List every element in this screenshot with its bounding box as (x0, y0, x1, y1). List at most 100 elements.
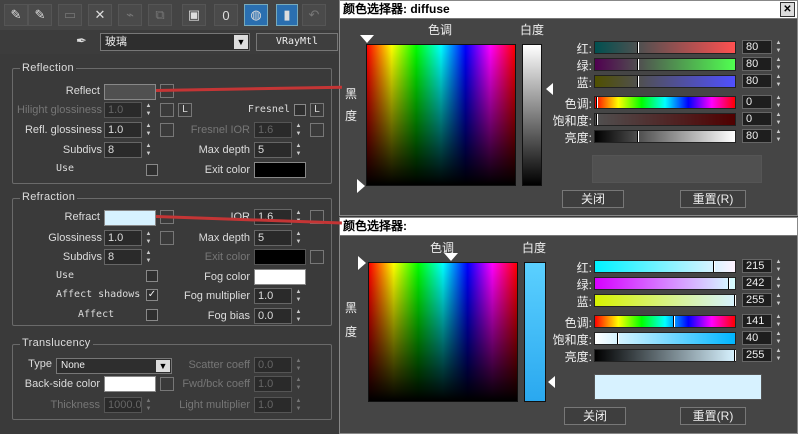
hue-marker-icon[interactable] (360, 35, 374, 43)
refr-exit-color-swatch[interactable] (254, 249, 306, 265)
make-unique-icon[interactable]: ⌁ (118, 4, 142, 26)
hue-value-2[interactable]: 141 (742, 314, 772, 328)
saturation-slider[interactable] (594, 113, 736, 126)
blue-value[interactable]: 80 (742, 74, 772, 88)
red-value[interactable]: 80 (742, 40, 772, 54)
blue-slider-2[interactable] (594, 294, 736, 307)
translucency-type-dropdown[interactable]: None ▼ (56, 358, 172, 374)
refl-gloss-spinner[interactable]: ▲ ▼ (144, 122, 153, 138)
hue-blackness-picker[interactable] (366, 44, 516, 186)
go-parent-icon[interactable]: ↶ (302, 4, 326, 26)
hue-blackness-picker-2[interactable] (368, 262, 518, 402)
delete-icon[interactable]: ✕ (88, 4, 112, 26)
affect-channels-checkbox[interactable] (146, 309, 158, 321)
fog-multiplier-spinner[interactable]: ▲ ▼ (294, 288, 303, 304)
material-id-icon[interactable]: 0 (214, 4, 238, 26)
fwd-bck-coeff-input[interactable]: 1.0 (254, 376, 292, 392)
back-side-map-button[interactable] (160, 377, 174, 391)
saturation-spinner-2[interactable]: ▲ ▼ (774, 330, 783, 346)
red-slider[interactable] (594, 41, 736, 54)
green-slider-2[interactable] (594, 277, 736, 290)
brightness-slider[interactable] (594, 130, 736, 143)
subdivs-spinner[interactable]: ▲ ▼ (144, 142, 153, 158)
material-name-dropdown[interactable]: 玻璃 ▼ (100, 33, 250, 51)
glossiness-spinner[interactable]: ▲ ▼ (144, 230, 153, 246)
refr-exit-map-button[interactable] (310, 250, 324, 264)
brightness-spinner[interactable]: ▲ ▼ (774, 128, 783, 144)
refl-gloss-map-button[interactable] (160, 123, 174, 137)
hue-slider-2[interactable] (594, 315, 736, 328)
save-icon[interactable]: ▣ (182, 4, 206, 26)
reflect-color-swatch[interactable] (104, 84, 156, 100)
close-icon[interactable]: ✕ (780, 2, 795, 17)
saturation-spinner[interactable]: ▲ ▼ (774, 111, 783, 127)
blue-spinner-2[interactable]: ▲ ▼ (774, 292, 783, 308)
use-interp-checkbox[interactable] (146, 164, 158, 176)
show-map-icon[interactable]: ◍ (244, 4, 268, 26)
fresnel-lock-button[interactable]: L (310, 103, 324, 117)
blue-value-2[interactable]: 255 (742, 293, 772, 307)
thickness-input[interactable]: 1000.0 (104, 397, 142, 413)
red-slider-2[interactable] (594, 260, 736, 273)
fresnel-ior-input[interactable]: 1.6 (254, 122, 292, 138)
reset-button-2[interactable]: 重置(R) (680, 407, 746, 425)
light-multiplier-spinner[interactable]: ▲ ▼ (294, 397, 303, 413)
fwd-bck-coeff-spinner[interactable]: ▲ ▼ (294, 376, 303, 392)
close-button[interactable]: 关闭 (562, 190, 624, 208)
refr-subdivs-spinner[interactable]: ▲ ▼ (144, 249, 153, 265)
saturation-value-2[interactable]: 40 (742, 331, 772, 345)
fog-bias-spinner[interactable]: ▲ ▼ (294, 308, 303, 324)
blue-spinner[interactable]: ▲ ▼ (774, 73, 783, 89)
ior-input[interactable]: 1.6 (254, 209, 292, 225)
saturation-slider-2[interactable] (594, 332, 736, 345)
green-spinner-2[interactable]: ▲ ▼ (774, 275, 783, 291)
fog-bias-input[interactable]: 0.0 (254, 308, 292, 324)
fog-multiplier-input[interactable]: 1.0 (254, 288, 292, 304)
green-value[interactable]: 80 (742, 57, 772, 71)
fresnel-ior-map-button[interactable] (310, 123, 324, 137)
green-value-2[interactable]: 242 (742, 276, 772, 290)
red-spinner[interactable]: ▲ ▼ (774, 39, 783, 55)
glossiness-input[interactable]: 1.0 (104, 230, 142, 246)
brightness-slider-2[interactable] (594, 349, 736, 362)
subdivs-input[interactable]: 8 (104, 142, 142, 158)
fresnel-checkbox[interactable] (294, 104, 306, 116)
copy-icon[interactable]: ⧉ (148, 4, 172, 26)
red-spinner-2[interactable]: ▲ ▼ (774, 258, 783, 274)
assign-material-icon[interactable]: ✎ (28, 4, 52, 26)
refr-subdivs-input[interactable]: 8 (104, 249, 142, 265)
refr-max-depth-spinner[interactable]: ▲ ▼ (294, 230, 303, 246)
blackness-marker-icon[interactable] (357, 179, 365, 193)
scatter-coeff-input[interactable]: 0.0 (254, 357, 292, 373)
refl-gloss-input[interactable]: 1.0 (104, 122, 142, 138)
exit-color-swatch[interactable] (254, 162, 306, 178)
put-library-icon[interactable]: ▭ (58, 4, 82, 26)
hue-slider[interactable] (594, 96, 736, 109)
refract-color-swatch[interactable] (104, 210, 156, 226)
reset-button[interactable]: 重置(R) (680, 190, 746, 208)
brightness-value[interactable]: 80 (742, 129, 772, 143)
whiteness-marker-icon-2[interactable] (548, 376, 555, 388)
material-type-button[interactable]: VRayMtl (256, 33, 338, 51)
refr-max-depth-input[interactable]: 5 (254, 230, 292, 246)
thickness-spinner[interactable]: ▲ ▼ (144, 397, 153, 413)
hilight-map-button[interactable] (160, 103, 174, 117)
hilight-lock-button[interactable]: L (178, 103, 192, 117)
whiteness-slider[interactable] (522, 44, 542, 186)
brightness-value-2[interactable]: 255 (742, 348, 772, 362)
hue-spinner-2[interactable]: ▲ ▼ (774, 313, 783, 329)
scatter-coeff-spinner[interactable]: ▲ ▼ (294, 357, 303, 373)
fog-color-swatch[interactable] (254, 269, 306, 285)
close-button-2[interactable]: 关闭 (564, 407, 626, 425)
brightness-spinner-2[interactable]: ▲ ▼ (774, 347, 783, 363)
max-depth-input[interactable]: 5 (254, 142, 292, 158)
max-depth-spinner[interactable]: ▲ ▼ (294, 142, 303, 158)
light-multiplier-input[interactable]: 1.0 (254, 397, 292, 413)
blue-slider[interactable] (594, 75, 736, 88)
back-side-color-swatch[interactable] (104, 376, 156, 392)
red-value-2[interactable]: 215 (742, 259, 772, 273)
green-spinner[interactable]: ▲ ▼ (774, 56, 783, 72)
hue-marker-icon-2[interactable] (444, 253, 458, 261)
glossiness-map-button[interactable] (160, 231, 174, 245)
saturation-value[interactable]: 0 (742, 112, 772, 126)
